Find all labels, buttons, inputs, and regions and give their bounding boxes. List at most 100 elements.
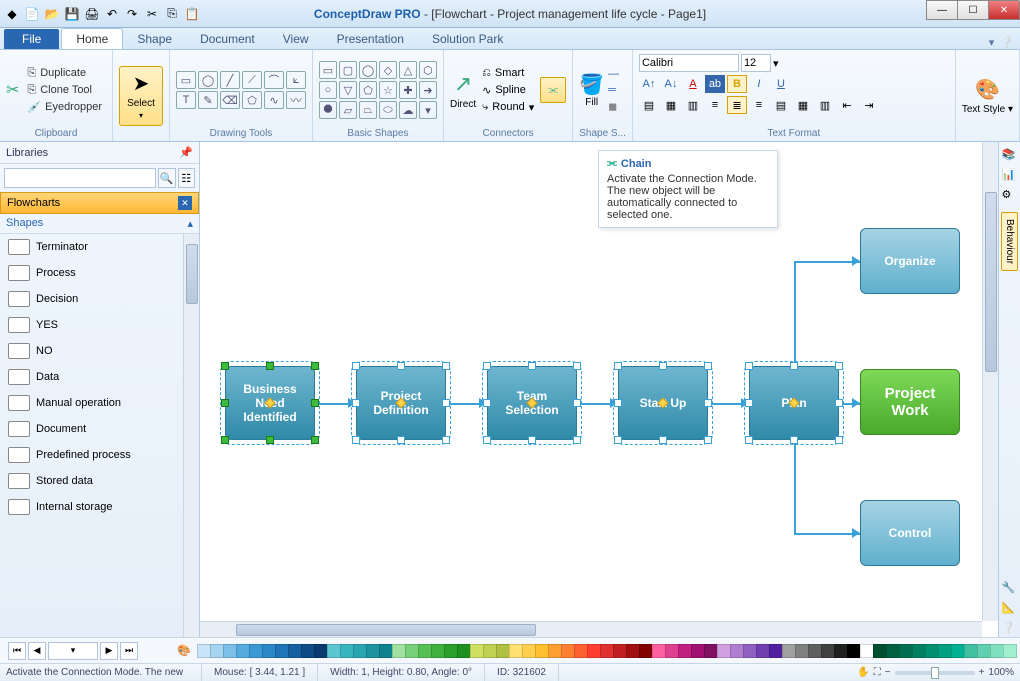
fill-icon[interactable]: 🪣: [579, 72, 604, 97]
color-swatch[interactable]: [964, 644, 978, 658]
tab-shape[interactable]: Shape: [123, 29, 186, 49]
selection-handle[interactable]: [835, 362, 843, 370]
selection-handle[interactable]: [745, 436, 753, 444]
page-select[interactable]: ▾: [48, 642, 98, 660]
font-dropdown-icon[interactable]: ▾: [773, 57, 779, 70]
selection-handle[interactable]: [352, 399, 360, 407]
flowchart-node-n7[interactable]: Project Work: [860, 369, 960, 435]
color-swatch[interactable]: [496, 644, 510, 658]
tab-solution-park[interactable]: Solution Park: [418, 29, 517, 49]
tab-view[interactable]: View: [269, 29, 323, 49]
align-bl-button[interactable]: ▤: [771, 96, 791, 114]
shape-item-manual-operation[interactable]: Manual operation: [0, 390, 183, 416]
selection-handle[interactable]: [483, 399, 491, 407]
color-swatch[interactable]: [977, 644, 991, 658]
new-icon[interactable]: 📄: [24, 6, 40, 22]
selection-handle[interactable]: [835, 436, 843, 444]
color-swatch[interactable]: [210, 644, 224, 658]
shape-more[interactable]: ▾: [419, 101, 437, 119]
zoom-slider[interactable]: [895, 671, 975, 675]
shrink-font-button[interactable]: A↓: [661, 75, 681, 93]
shape-circle[interactable]: ○: [319, 81, 337, 99]
color-swatch[interactable]: [197, 644, 211, 658]
shape-item-no[interactable]: NO: [0, 338, 183, 364]
flowchart-node-n8[interactable]: Control: [860, 500, 960, 566]
close-tab-icon[interactable]: ✕: [178, 196, 192, 210]
shape-item-decision[interactable]: Decision: [0, 286, 183, 312]
text-tool[interactable]: T: [176, 91, 196, 109]
indent-dec-button[interactable]: ⇤: [837, 96, 857, 114]
bezier-tool[interactable]: ∿: [264, 91, 284, 109]
clone-tool-button[interactable]: ⎘Clone Tool: [23, 83, 106, 98]
cut-icon[interactable]: ✂: [144, 6, 160, 22]
color-swatch[interactable]: [821, 644, 835, 658]
color-swatch[interactable]: [990, 644, 1004, 658]
font-family-select[interactable]: [639, 54, 739, 72]
font-color-button[interactable]: A: [683, 75, 703, 93]
library-section-shapes[interactable]: Shapes ▴: [0, 214, 199, 234]
color-swatch[interactable]: [769, 644, 783, 658]
color-swatch[interactable]: [223, 644, 237, 658]
minimize-ribbon-icon[interactable]: ▾: [989, 36, 995, 49]
selection-handle[interactable]: [573, 362, 581, 370]
tab-presentation[interactable]: Presentation: [323, 29, 418, 49]
shape-oct[interactable]: ⯃: [319, 101, 337, 119]
shape-ellipse[interactable]: ◯: [359, 61, 377, 79]
selection-handle[interactable]: [221, 436, 229, 444]
tab-home[interactable]: Home: [61, 28, 123, 49]
color-swatch[interactable]: [236, 644, 250, 658]
selection-handle[interactable]: [266, 436, 274, 444]
selection-handle[interactable]: [835, 399, 843, 407]
color-swatch[interactable]: [704, 644, 718, 658]
color-swatch[interactable]: [548, 644, 562, 658]
redo-icon[interactable]: ↷: [124, 6, 140, 22]
library-scrollbar[interactable]: [183, 234, 199, 637]
color-swatch[interactable]: [860, 644, 874, 658]
underline-button[interactable]: U: [771, 75, 791, 93]
eyedropper-button[interactable]: 💉Eyedropper: [23, 100, 106, 115]
arc-tool[interactable]: ⌒: [264, 71, 284, 89]
help-icon[interactable]: ❔: [1000, 36, 1014, 49]
shape-hex[interactable]: ⬡: [419, 61, 437, 79]
color-swatch[interactable]: [275, 644, 289, 658]
fit-icon[interactable]: ⛶: [874, 667, 881, 678]
color-swatch[interactable]: [899, 644, 913, 658]
selection-handle[interactable]: [311, 399, 319, 407]
color-swatch[interactable]: [444, 644, 458, 658]
line-style-icon[interactable]: —: [608, 68, 619, 80]
first-page-button[interactable]: ⏮: [8, 642, 26, 660]
indent-inc-button[interactable]: ⇥: [859, 96, 879, 114]
color-swatch[interactable]: [886, 644, 900, 658]
color-swatch[interactable]: [431, 644, 445, 658]
text-style-icon[interactable]: 🎨: [975, 77, 1000, 102]
selection-handle[interactable]: [352, 436, 360, 444]
color-swatch[interactable]: [327, 644, 341, 658]
color-swatch[interactable]: [756, 644, 770, 658]
shape-trap[interactable]: ⏢: [359, 101, 377, 119]
color-swatch[interactable]: [457, 644, 471, 658]
color-swatch[interactable]: [379, 644, 393, 658]
selection-handle[interactable]: [221, 362, 229, 370]
color-swatch[interactable]: [743, 644, 757, 658]
shadow-icon[interactable]: ◼: [608, 100, 619, 113]
selection-handle[interactable]: [528, 436, 536, 444]
print-icon[interactable]: 🖨: [84, 6, 100, 22]
scrollbar-thumb[interactable]: [186, 244, 198, 304]
color-swatch[interactable]: [1003, 644, 1017, 658]
selection-handle[interactable]: [221, 399, 229, 407]
color-swatch[interactable]: [782, 644, 796, 658]
search-button[interactable]: 🔍: [158, 168, 176, 188]
maximize-button[interactable]: ☐: [957, 0, 989, 20]
selection-handle[interactable]: [790, 362, 798, 370]
selection-handle[interactable]: [573, 399, 581, 407]
color-swatch[interactable]: [301, 644, 315, 658]
selection-handle[interactable]: [266, 362, 274, 370]
align-tc-button[interactable]: ▦: [661, 96, 681, 114]
shape-tri2[interactable]: ▽: [339, 81, 357, 99]
minimize-button[interactable]: —: [926, 0, 958, 20]
shape-item-stored-data[interactable]: Stored data: [0, 468, 183, 494]
color-swatch[interactable]: [262, 644, 276, 658]
selection-handle[interactable]: [704, 436, 712, 444]
color-swatch[interactable]: [353, 644, 367, 658]
shape-item-process[interactable]: Process: [0, 260, 183, 286]
